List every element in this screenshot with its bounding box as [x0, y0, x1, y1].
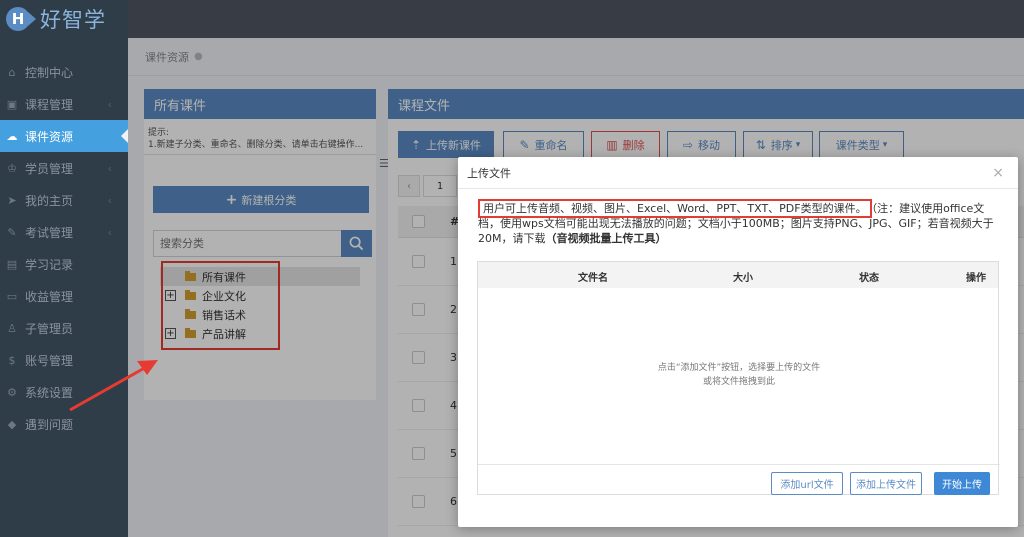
sidebar-item-label: 遇到问题	[25, 417, 74, 432]
graduation-icon: ♔	[7, 161, 17, 175]
add-url-file-button[interactable]: 添加url文件	[771, 472, 843, 495]
dollar-icon: $	[8, 353, 16, 367]
file-list-footer: 添加url文件 添加上传文件 开始上传	[478, 464, 1000, 496]
sidebar-item-6[interactable]: ✎ 考试管理 ‹	[0, 216, 128, 248]
logo-mark-tail	[28, 12, 36, 26]
card-icon: ▭	[6, 289, 18, 303]
file-list-header: 文件名 大小 状态 操作	[478, 262, 998, 288]
sidebar-item-label: 账号管理	[25, 353, 74, 368]
upload-notice-highlight: 用户可上传音频、视频、图片、Excel、Word、PPT、TXT、PDF类型的课…	[478, 199, 872, 218]
sidebar-item-label: 学习记录	[25, 257, 74, 272]
sidebar-item-label: 收益管理	[25, 289, 74, 304]
column-file-name: 文件名	[578, 273, 608, 284]
upload-file-dialog: 上传文件 × 用户可上传音频、视频、图片、Excel、Word、PPT、TXT、…	[458, 157, 1018, 527]
dialog-title: 上传文件	[458, 157, 1018, 189]
batch-upload-tool-link[interactable]: （音视频批量上传工具）	[546, 232, 667, 245]
column-status: 状态	[859, 273, 879, 284]
file-list: 文件名 大小 状态 操作 点击“添加文件”按钮，选择要上传的文件 或将文件拖拽到…	[477, 261, 1000, 496]
top-bar	[0, 0, 1024, 38]
file-dropzone[interactable]: 点击“添加文件”按钮，选择要上传的文件 或将文件拖拽到此	[478, 361, 1000, 389]
sidebar-item-label: 子管理员	[25, 321, 74, 336]
course-icon: ▣	[6, 97, 18, 111]
app-name: 好智学	[40, 8, 106, 32]
logo-mark: H	[6, 7, 30, 31]
dropzone-line-1: 点击“添加文件”按钮，选择要上传的文件	[657, 363, 821, 373]
dropzone-line-2: 或将文件拖拽到此	[702, 377, 775, 387]
cloud-icon: ☁	[6, 129, 18, 143]
chevron-left-icon: ‹	[107, 193, 112, 207]
sidebar-item-4[interactable]: ♔ 学员管理 ‹	[0, 152, 128, 184]
sidebar-item-10[interactable]: $ 账号管理	[0, 344, 128, 376]
home-icon: ⌂	[8, 65, 16, 79]
sidebar-item-label: 课件资源	[25, 129, 74, 144]
sidebar-item-7[interactable]: ▤ 学习记录	[0, 248, 128, 280]
sidebar-item-8[interactable]: ▭ 收益管理	[0, 280, 128, 312]
sidebar-item-label: 我的主页	[25, 193, 74, 208]
sidebar-item-label: 控制中心	[25, 65, 74, 80]
sidebar-item-label: 学员管理	[25, 161, 74, 176]
user-icon: ♙	[7, 321, 17, 335]
sidebar-item-12[interactable]: ◆ 遇到问题	[0, 408, 128, 440]
sidebar: ⌂ 控制中心 ▣ 课程管理 ‹ ☁ 课件资源 ♔ 学员管理 ‹ ➤ 我的主页 ‹ ✎ 考试管理 ‹ ▤ 学习记录 ▭…	[0, 38, 128, 537]
sidebar-item-2[interactable]: ▣ 课程管理 ‹	[0, 88, 128, 120]
start-upload-button[interactable]: 开始上传	[934, 472, 990, 495]
app-logo[interactable]: H 好智学	[0, 0, 128, 38]
sidebar-item-11[interactable]: ⚙ 系统设置	[0, 376, 128, 408]
sidebar-item-5[interactable]: ➤ 我的主页 ‹	[0, 184, 128, 216]
close-icon[interactable]: ×	[992, 165, 1004, 181]
clipboard-icon: ▤	[6, 257, 18, 271]
sidebar-item-3[interactable]: ☁ 课件资源	[0, 120, 128, 152]
sidebar-item-label: 系统设置	[25, 385, 74, 400]
sidebar-item-label: 课程管理	[25, 97, 74, 112]
sidebar-item-1[interactable]: ⌂ 控制中心	[0, 56, 128, 88]
chevron-left-icon: ‹	[107, 161, 112, 175]
add-upload-file-button[interactable]: 添加上传文件	[850, 472, 922, 495]
column-action: 操作	[966, 273, 986, 284]
sidebar-item-9[interactable]: ♙ 子管理员	[0, 312, 128, 344]
chevron-left-icon: ‹	[107, 225, 112, 239]
chevron-left-icon: ‹	[107, 97, 112, 111]
sidebar-item-label: 考试管理	[25, 225, 74, 240]
pencil-icon: ✎	[7, 225, 17, 239]
gear-icon: ⚙	[7, 385, 17, 399]
send-icon: ➤	[7, 193, 17, 207]
upload-notice: 用户可上传音频、视频、图片、Excel、Word、PPT、TXT、PDF类型的课…	[478, 199, 998, 246]
column-size: 大小	[733, 273, 753, 284]
question-icon: ◆	[7, 417, 17, 431]
